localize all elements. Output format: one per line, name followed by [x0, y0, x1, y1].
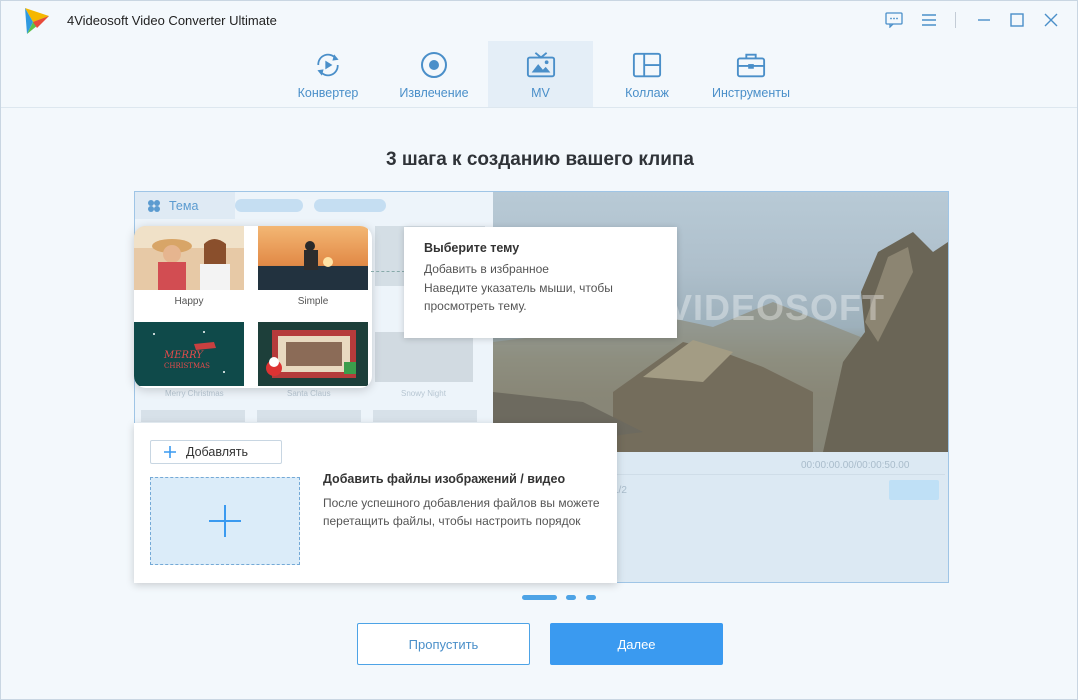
- theme-tab-label: Тема: [169, 198, 199, 213]
- add-button[interactable]: Добавлять: [150, 440, 282, 464]
- toolbox-icon: [736, 51, 766, 79]
- tooltip-line1: Добавить в избранное: [424, 262, 549, 276]
- preview-progress: [605, 474, 945, 475]
- app-logo-icon: [25, 8, 49, 34]
- tab-collage-label: Коллаж: [625, 86, 669, 100]
- page-title: 3 шага к созданию вашего клипа: [386, 149, 694, 170]
- feedback-icon[interactable]: [883, 9, 905, 31]
- theme-thumbnail-merry-christmas[interactable]: MERRY CHRISTMAS: [134, 322, 244, 386]
- app-title: 4Videosoft Video Converter Ultimate: [67, 13, 277, 28]
- tab-extract-label: Извлечение: [399, 86, 469, 100]
- tab-collage[interactable]: Коллаж: [605, 41, 689, 107]
- svg-text:MERRY: MERRY: [163, 350, 204, 361]
- theme-thumbnail-simple[interactable]: [258, 226, 368, 290]
- tab-extract[interactable]: Извлечение: [387, 41, 481, 107]
- faded-thumbnail: [373, 410, 477, 422]
- faded-thumbnail: [141, 410, 245, 422]
- main-nav: Конвертер Извлечение MV Коллаж Инструмен…: [1, 41, 1077, 107]
- plus-icon: [164, 446, 176, 458]
- theme-thumbnail-santa-claus[interactable]: [258, 322, 368, 386]
- converter-icon: [313, 51, 343, 79]
- title-separator: [955, 12, 956, 28]
- svg-text:CHRISTMAS: CHRISTMAS: [164, 362, 210, 370]
- faded-export-button: [889, 480, 939, 500]
- tab-mv[interactable]: MV: [488, 41, 593, 107]
- add-button-label: Добавлять: [186, 445, 249, 459]
- drop-zone[interactable]: [150, 477, 300, 565]
- app-window: 4Videosoft Video Converter Ultimate Конв…: [0, 0, 1078, 700]
- pager-dot-active[interactable]: [522, 595, 557, 600]
- placeholder-pill: [314, 199, 386, 212]
- watermark-text: VIDEOSOFT: [668, 287, 886, 328]
- faded-thumbnail: [257, 410, 361, 422]
- faded-theme-label: Snowy Night: [401, 389, 446, 398]
- theme-grid: Happy Simple MERRY CHRISTMAS: [134, 226, 372, 388]
- add-card-title: Добавить файлы изображений / видео: [323, 472, 566, 486]
- title-bar: 4Videosoft Video Converter Ultimate: [1, 1, 1077, 41]
- extract-icon: [419, 51, 449, 79]
- theme-label-happy: Happy: [174, 296, 204, 307]
- tooltip-line2: Наведите указатель мыши, чтобы просмотре…: [424, 281, 613, 313]
- mv-icon: [526, 51, 556, 79]
- tab-mv-label: MV: [531, 86, 550, 100]
- collage-icon: [632, 51, 662, 79]
- next-button[interactable]: Далее: [550, 623, 723, 665]
- tooltip-title: Выберите тему: [424, 241, 520, 255]
- nav-divider: [1, 107, 1077, 108]
- faded-thumbnail: [375, 332, 473, 382]
- menu-icon[interactable]: [918, 9, 940, 31]
- close-icon[interactable]: [1040, 9, 1062, 31]
- theme-label-simple: Simple: [297, 296, 329, 307]
- tab-tools[interactable]: Инструменты: [701, 41, 801, 107]
- theme-thumbnail-happy[interactable]: [134, 226, 244, 290]
- tab-tools-label: Инструменты: [712, 86, 790, 100]
- tab-theme: Тема: [135, 192, 235, 219]
- pager-dot[interactable]: [566, 595, 576, 600]
- time-readout: 00:00:00.00/00:00:50.00: [801, 460, 910, 471]
- pager-dot[interactable]: [586, 595, 596, 600]
- faded-theme-label: Merry Christmas: [165, 389, 224, 398]
- skip-button[interactable]: Пропустить: [357, 623, 530, 665]
- theme-tooltip: Выберите тему Добавить в избранное Навед…: [404, 227, 677, 338]
- guide-illustration: Тема Merry Christmas Santa Claus Snowy N…: [134, 191, 949, 583]
- minimize-icon[interactable]: [973, 9, 995, 31]
- theme-icon: [148, 199, 160, 212]
- add-files-card: Добавлять Добавить файлы изображений / в…: [134, 423, 617, 583]
- connector-line: [371, 271, 405, 272]
- plus-icon: [209, 505, 241, 537]
- faded-theme-label: Santa Claus: [287, 389, 331, 398]
- tab-converter-label: Конвертер: [297, 86, 359, 100]
- placeholder-pill: [235, 199, 303, 212]
- maximize-icon[interactable]: [1006, 9, 1028, 31]
- add-card-description: После успешного добавления файлов вы мож…: [323, 496, 600, 528]
- tab-converter[interactable]: Конвертер: [282, 41, 374, 107]
